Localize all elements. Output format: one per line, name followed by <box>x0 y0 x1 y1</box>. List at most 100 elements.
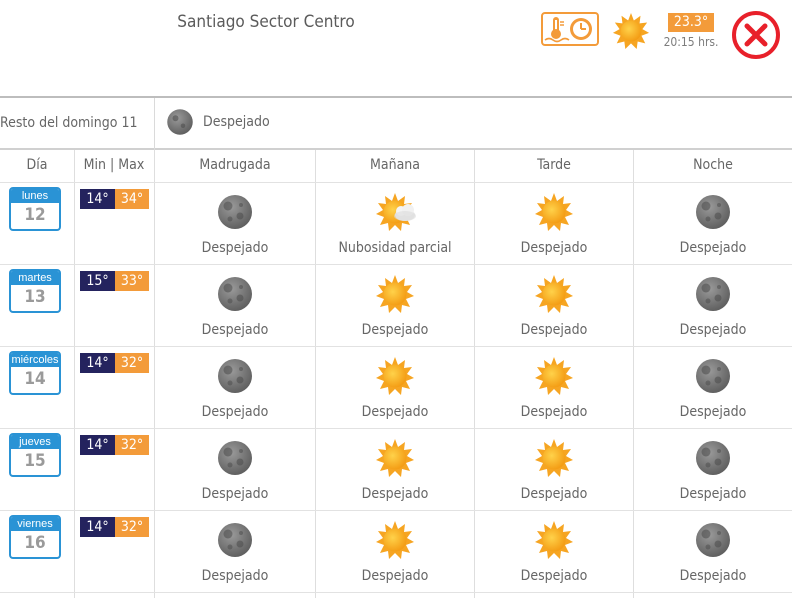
current-sun-icon <box>612 12 650 50</box>
sun-icon <box>375 520 415 560</box>
min-max-temps: 14° 32° <box>80 353 149 373</box>
row-divider <box>0 592 792 593</box>
day-name: miércoles <box>11 353 59 367</box>
condition-label: Despejado <box>361 486 429 502</box>
day-name: viernes <box>11 517 59 531</box>
condition-label: Despejado <box>520 404 588 420</box>
max-temp: 34° <box>115 189 149 209</box>
condition-label: Despejado <box>201 240 269 256</box>
column-header-day: Día <box>26 157 48 173</box>
moon-icon <box>215 438 255 478</box>
max-temp: 32° <box>115 353 149 373</box>
weather-forecast-panel: Santiago Sector Centro 23.3° 20:15 hrs. <box>0 0 792 598</box>
column-divider <box>315 150 316 598</box>
min-temp: 15° <box>80 271 115 291</box>
forecast-table: Día Min | Max Madrugada Mañana Tarde Noc… <box>0 150 792 598</box>
row-divider <box>0 510 792 511</box>
condition-label: Despejado <box>679 486 747 502</box>
condition-label: Nubosidad parcial <box>338 240 452 256</box>
min-max-temps: 14° 32° <box>80 517 149 537</box>
moon-icon <box>693 274 733 314</box>
rest-of-day-row: Resto del domingo 11 Despejado <box>0 96 792 150</box>
sun-icon <box>534 274 574 314</box>
current-temperature: 23.3° <box>668 13 714 32</box>
row-divider <box>0 428 792 429</box>
sun-cloud-icon <box>375 192 423 232</box>
moon-icon <box>693 356 733 396</box>
condition-label: Despejado <box>520 322 588 338</box>
day-number: 13 <box>24 287 46 307</box>
day-name: lunes <box>11 189 59 203</box>
column-divider <box>633 150 634 598</box>
column-header-noche: Noche <box>693 157 733 173</box>
column-divider <box>154 150 155 598</box>
condition-label: Despejado <box>361 404 429 420</box>
condition-label: Despejado <box>679 568 747 584</box>
day-number: 16 <box>24 533 46 553</box>
column-header-minmax: Min | Max <box>83 157 145 173</box>
moon-icon <box>693 192 733 232</box>
moon-icon <box>215 274 255 314</box>
min-temp: 14° <box>80 517 115 537</box>
sun-icon <box>534 520 574 560</box>
min-max-temps: 14° 32° <box>80 435 149 455</box>
day-number: 15 <box>24 451 46 471</box>
divider <box>154 98 155 150</box>
min-temp: 14° <box>80 353 115 373</box>
condition-label: Despejado <box>679 322 747 338</box>
condition-label: Despejado <box>201 404 269 420</box>
day-number: 12 <box>24 205 46 225</box>
close-button[interactable] <box>731 10 781 60</box>
sun-icon <box>375 274 415 314</box>
column-header-tarde: Tarde <box>537 157 571 173</box>
moon-icon <box>693 520 733 560</box>
condition-label: Despejado <box>520 240 588 256</box>
max-temp: 32° <box>115 517 149 537</box>
column-divider <box>74 150 75 598</box>
row-divider <box>0 346 792 347</box>
row-divider <box>0 264 792 265</box>
sun-icon <box>375 438 415 478</box>
condition-label: Despejado <box>520 568 588 584</box>
max-temp: 32° <box>115 435 149 455</box>
sun-icon <box>534 438 574 478</box>
day-calendar-box: miércoles 14 <box>9 351 61 395</box>
moon-icon <box>693 438 733 478</box>
condition-label: Despejado <box>679 240 747 256</box>
column-header-madrugada: Madrugada <box>199 157 271 173</box>
close-icon <box>732 11 780 59</box>
moon-icon <box>215 356 255 396</box>
day-calendar-box: lunes 12 <box>9 187 61 231</box>
column-divider <box>474 150 475 598</box>
location-title: Santiago Sector Centro <box>177 12 355 32</box>
moon-icon <box>165 107 195 137</box>
condition-label: Despejado <box>201 322 269 338</box>
day-calendar-box: jueves 15 <box>9 433 61 477</box>
sun-icon <box>375 356 415 396</box>
condition-label: Despejado <box>201 486 269 502</box>
min-max-temps: 14° 34° <box>80 189 149 209</box>
column-header-manana: Mañana <box>370 157 420 173</box>
day-calendar-box: viernes 16 <box>9 515 61 559</box>
condition-label: Despejado <box>201 568 269 584</box>
update-time: 20:15 hrs. <box>663 35 719 49</box>
condition-label: Despejado <box>361 322 429 338</box>
sun-icon <box>534 356 574 396</box>
day-name: jueves <box>11 435 59 449</box>
moon-icon <box>215 192 255 232</box>
min-temp: 14° <box>80 189 115 209</box>
min-max-temps: 15° 33° <box>80 271 149 291</box>
thermometer-clock-icon[interactable] <box>541 12 599 46</box>
rest-of-day-label: Resto del domingo 11 <box>0 115 138 131</box>
condition-label: Despejado <box>679 404 747 420</box>
condition-label: Despejado <box>361 568 429 584</box>
condition-label: Despejado <box>520 486 588 502</box>
day-calendar-box: martes 13 <box>9 269 61 313</box>
sun-icon <box>534 192 574 232</box>
day-number: 14 <box>24 369 46 389</box>
moon-icon <box>215 520 255 560</box>
min-temp: 14° <box>80 435 115 455</box>
max-temp: 33° <box>115 271 149 291</box>
day-name: martes <box>11 271 59 285</box>
row-divider <box>0 182 792 183</box>
